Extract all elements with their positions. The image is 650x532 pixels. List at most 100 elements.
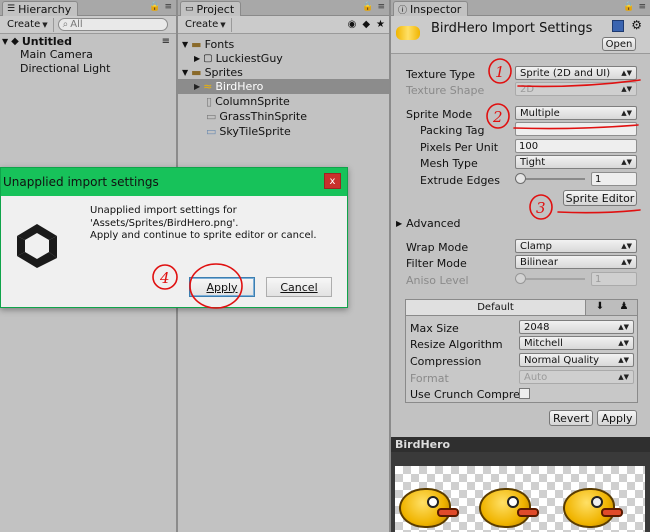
extrude-edges-input[interactable]: 1 xyxy=(591,172,637,186)
texture-shape-label: Texture Shape xyxy=(406,84,485,97)
sprite-icon: ▭ xyxy=(206,125,217,138)
filter-by-type-icon[interactable]: ◉ xyxy=(348,19,357,30)
slider-knob[interactable] xyxy=(515,173,526,184)
resize-algorithm-dropdown[interactable]: Mitchell ▲▼ xyxy=(519,336,634,350)
folder-icon: ▭ xyxy=(185,4,194,14)
sprite-icon: ▯ xyxy=(206,95,213,108)
project-tree-label: BirdHero xyxy=(215,80,264,93)
hierarchy-tab-menu: 🔒 ≡ xyxy=(149,2,172,12)
hierarchy-search-placeholder: All xyxy=(70,19,83,30)
bird-sprite-frame xyxy=(399,488,459,528)
close-button[interactable]: x xyxy=(324,173,341,189)
filter-mode-label: Filter Mode xyxy=(406,257,467,270)
help-book-icon[interactable] xyxy=(612,20,624,32)
hierarchy-item[interactable]: Directional Light xyxy=(20,61,110,76)
bird-beak xyxy=(517,508,539,517)
dialog-apply-button[interactable]: Apply xyxy=(189,277,255,297)
dropdown-arrow-icon: ▲▼ xyxy=(621,109,632,117)
advanced-foldout[interactable]: ▶ Advanced xyxy=(396,216,461,231)
use-crunch-checkbox[interactable] xyxy=(519,388,530,399)
mesh-type-label: Mesh Type xyxy=(420,157,478,170)
dialog-title-bar[interactable]: Unapplied import settings x xyxy=(1,168,347,196)
android-icon[interactable]: ♟ xyxy=(614,301,634,314)
info-icon: ⓘ xyxy=(398,5,408,16)
unity-logo-icon xyxy=(17,224,57,268)
aniso-level-input: 1 xyxy=(591,272,637,286)
dropdown-arrow-icon: ▲▼ xyxy=(618,356,629,364)
scene-menu-icon[interactable]: ≡ xyxy=(162,36,170,47)
project-tree-item[interactable]: ▼ ▬ Fonts xyxy=(182,37,234,52)
project-tree-item[interactable]: ▯ ColumnSprite xyxy=(206,94,290,109)
platform-tab-default[interactable]: Default xyxy=(406,300,586,315)
lock-icon[interactable]: 🔒 xyxy=(623,2,634,12)
tab-inspector[interactable]: ⓘ Inspector xyxy=(393,1,469,16)
project-tree-item[interactable]: ▭ SkyTileSprite xyxy=(206,124,291,139)
saved-search-icon[interactable]: ★ xyxy=(376,19,385,30)
unapplied-settings-dialog: Unapplied import settings x Unapplied im… xyxy=(0,167,348,308)
hierarchy-create-button[interactable]: Create ▼ xyxy=(2,17,54,32)
lock-icon[interactable]: 🔒 xyxy=(362,2,373,12)
sprite-icon: ≈ xyxy=(203,80,213,93)
inspector-title: BirdHero Import Settings xyxy=(431,21,593,36)
bird-sprite-frame xyxy=(479,488,539,528)
tab-project[interactable]: ▭ Project xyxy=(180,1,242,16)
mesh-type-dropdown[interactable]: Tight ▲▼ xyxy=(515,155,637,169)
preview-title: BirdHero xyxy=(395,438,451,451)
hierarchy-toolbar: Create ▼ ⌕ All xyxy=(0,16,176,34)
project-tree-item[interactable]: ▼ ▬ Sprites xyxy=(182,65,243,80)
bird-eye xyxy=(507,496,519,508)
unity-editor: ☰ Hierarchy 🔒 ≡ Create ▼ ⌕ All ▼ ◆ Untit… xyxy=(0,0,650,532)
project-tree-item[interactable]: ▶ ▢ LuckiestGuy xyxy=(194,51,283,66)
aniso-level-label: Aniso Level xyxy=(406,274,469,287)
sprite-editor-button[interactable]: Sprite Editor xyxy=(563,190,637,206)
wrap-mode-label: Wrap Mode xyxy=(406,241,469,254)
resize-algorithm-value: Mitchell xyxy=(524,337,563,349)
tab-hierarchy[interactable]: ☰ Hierarchy xyxy=(2,1,79,16)
sprite-mode-value: Multiple xyxy=(520,107,560,119)
bird-beak xyxy=(437,508,459,517)
open-button[interactable]: Open xyxy=(602,37,636,51)
sprite-mode-dropdown[interactable]: Multiple ▲▼ xyxy=(515,106,637,120)
packing-tag-label: Packing Tag xyxy=(420,124,485,137)
filter-by-label-icon[interactable]: ◆ xyxy=(362,19,370,30)
tab-hierarchy-label: Hierarchy xyxy=(18,2,72,16)
compression-dropdown[interactable]: Normal Quality ▲▼ xyxy=(519,353,634,367)
use-crunch-label: Use Crunch Compre xyxy=(410,388,520,401)
packing-tag-input[interactable] xyxy=(515,122,637,136)
expand-arrow-icon[interactable]: ▼ xyxy=(2,37,8,46)
pixels-per-unit-input[interactable]: 100 xyxy=(515,139,637,153)
gear-icon[interactable]: ⚙ xyxy=(631,18,642,32)
hierarchy-search-input[interactable]: ⌕ All xyxy=(57,18,168,31)
filter-mode-dropdown[interactable]: Bilinear ▲▼ xyxy=(515,255,637,269)
project-tree-item-selected[interactable]: ▶ ≈ BirdHero xyxy=(178,79,389,94)
apply-button[interactable]: Apply xyxy=(597,410,637,426)
download-icon[interactable]: ⬇ xyxy=(590,301,610,314)
texture-type-dropdown[interactable]: Sprite (2D and UI) ▲▼ xyxy=(515,66,637,80)
compression-label: Compression xyxy=(410,355,482,368)
menu-icon[interactable]: ≡ xyxy=(164,2,172,12)
dropdown-arrow-icon: ▲▼ xyxy=(621,158,632,166)
dialog-cancel-button[interactable]: Cancel xyxy=(266,277,332,297)
format-dropdown: Auto ▲▼ xyxy=(519,370,634,384)
menu-icon[interactable]: ≡ xyxy=(638,2,646,12)
dropdown-arrow-icon: ▲▼ xyxy=(618,323,629,331)
expand-arrow-icon[interactable]: ▶ xyxy=(194,82,200,91)
preview-area xyxy=(391,452,650,532)
preview-title-bar[interactable]: BirdHero xyxy=(391,437,650,452)
expand-arrow-icon[interactable]: ▼ xyxy=(182,68,188,77)
expand-arrow-icon[interactable]: ▶ xyxy=(194,54,200,63)
texture-shape-dropdown: 2D ▲▼ xyxy=(515,82,637,96)
lock-icon[interactable]: 🔒 xyxy=(149,2,160,12)
dropdown-arrow-icon: ▼ xyxy=(220,20,226,29)
project-tree-item[interactable]: ▭ GrassThinSprite xyxy=(206,109,307,124)
project-create-button[interactable]: Create ▼ xyxy=(180,17,232,32)
menu-icon[interactable]: ≡ xyxy=(377,2,385,12)
max-size-dropdown[interactable]: 2048 ▲▼ xyxy=(519,320,634,334)
platform-tab-strip: Default ⬇ ♟ xyxy=(406,300,637,316)
hierarchy-item[interactable]: Main Camera xyxy=(20,47,93,62)
revert-button[interactable]: Revert xyxy=(549,410,593,426)
expand-arrow-icon[interactable]: ▼ xyxy=(182,40,188,49)
inspector-tab-menu: 🔒 ≡ xyxy=(623,2,646,12)
wrap-mode-dropdown[interactable]: Clamp ▲▼ xyxy=(515,239,637,253)
extrude-edges-slider[interactable] xyxy=(515,172,585,186)
